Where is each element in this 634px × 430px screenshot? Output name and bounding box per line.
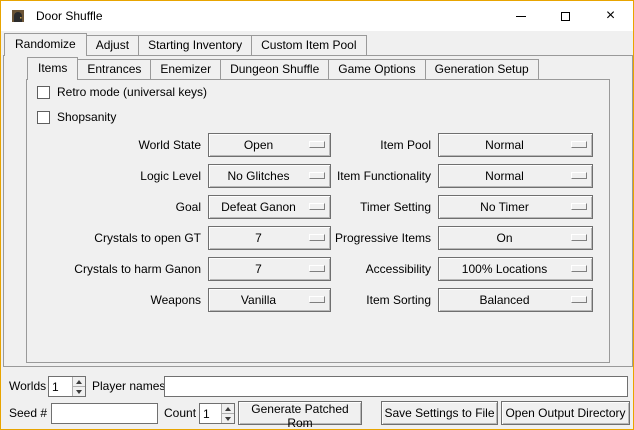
dropdown-value: On xyxy=(496,231,512,245)
accessibility-dropdown[interactable]: 100% Locations xyxy=(438,257,593,281)
dropdown-indicator-icon xyxy=(571,234,587,241)
count-spin-down-button[interactable] xyxy=(222,413,234,423)
worlds-spinbox[interactable] xyxy=(48,376,86,397)
dropdown-indicator-icon xyxy=(571,296,587,303)
door-shuffle-window: Door Shuffle × Randomize Adjust Starting… xyxy=(0,0,634,430)
accessibility-label: Accessibility xyxy=(296,257,431,281)
crystals-harm-ganon-label: Crystals to harm Ganon xyxy=(21,257,201,281)
crystals-open-gt-label: Crystals to open GT xyxy=(21,226,201,250)
maximize-button[interactable] xyxy=(543,1,588,31)
tab-adjust[interactable]: Adjust xyxy=(86,35,139,56)
main-tab-bar: Randomize Adjust Starting Inventory Cust… xyxy=(4,33,366,56)
close-button[interactable]: × xyxy=(588,1,633,31)
shopsanity-row[interactable]: Shopsanity xyxy=(37,109,116,125)
maximize-icon xyxy=(561,12,570,21)
count-spinbox[interactable] xyxy=(199,403,235,424)
count-spin-up-button[interactable] xyxy=(222,404,234,413)
close-icon: × xyxy=(606,8,615,24)
retro-mode-row[interactable]: Retro mode (universal keys) xyxy=(37,84,207,100)
minimize-button[interactable] xyxy=(498,1,543,31)
worlds-spin-up-button[interactable] xyxy=(73,377,85,386)
window-controls: × xyxy=(498,1,633,31)
worlds-label: Worlds xyxy=(9,375,46,397)
tab-entrances[interactable]: Entrances xyxy=(77,59,151,80)
tab-dungeon-shuffle[interactable]: Dungeon Shuffle xyxy=(220,59,329,80)
dropdown-value: 100% Locations xyxy=(462,262,547,276)
tab-custom-item-pool[interactable]: Custom Item Pool xyxy=(251,35,366,56)
item-sorting-label: Item Sorting xyxy=(296,288,431,312)
player-names-input[interactable] xyxy=(164,376,628,397)
item-functionality-dropdown[interactable]: Normal xyxy=(438,164,593,188)
shopsanity-checkbox[interactable] xyxy=(37,111,50,124)
count-input[interactable] xyxy=(200,404,221,423)
save-settings-button[interactable]: Save Settings to File xyxy=(381,401,498,425)
dropdown-value: Vanilla xyxy=(241,293,276,307)
worlds-spin-arrows xyxy=(72,377,85,396)
titlebar[interactable]: Door Shuffle × xyxy=(1,1,633,31)
shopsanity-label: Shopsanity xyxy=(57,110,116,124)
dropdown-indicator-icon xyxy=(571,203,587,210)
window-title: Door Shuffle xyxy=(36,9,103,23)
settings-tab-bar: Items Entrances Enemizer Dungeon Shuffle… xyxy=(27,57,538,80)
tab-generation-setup[interactable]: Generation Setup xyxy=(425,59,539,80)
timer-setting-dropdown[interactable]: No Timer xyxy=(438,195,593,219)
dropdown-indicator-icon xyxy=(571,172,587,179)
tab-enemizer[interactable]: Enemizer xyxy=(150,59,221,80)
goal-label: Goal xyxy=(21,195,201,219)
weapons-label: Weapons xyxy=(21,288,201,312)
open-output-directory-button[interactable]: Open Output Directory xyxy=(501,401,630,425)
spin-up-icon xyxy=(76,380,82,384)
worlds-spin-down-button[interactable] xyxy=(73,386,85,396)
dropdown-value: No Timer xyxy=(480,200,529,214)
dropdown-value: Normal xyxy=(485,169,524,183)
minimize-icon xyxy=(516,16,526,17)
item-pool-dropdown[interactable]: Normal xyxy=(438,133,593,157)
spin-down-icon xyxy=(225,417,231,421)
timer-setting-label: Timer Setting xyxy=(296,195,431,219)
dropdown-value: Defeat Ganon xyxy=(221,200,296,214)
count-label: Count xyxy=(164,402,196,424)
dropdown-value: Open xyxy=(244,138,273,152)
app-icon xyxy=(10,8,26,24)
dropdown-indicator-icon xyxy=(571,141,587,148)
worlds-input[interactable] xyxy=(49,377,72,396)
seed-label: Seed # xyxy=(9,402,47,424)
item-pool-label: Item Pool xyxy=(296,133,431,157)
world-state-label: World State xyxy=(21,133,201,157)
dropdown-value: 7 xyxy=(255,262,262,276)
dropdown-value: No Glitches xyxy=(227,169,289,183)
player-names-label: Player names xyxy=(92,375,165,397)
tab-game-options[interactable]: Game Options xyxy=(328,59,425,80)
dropdown-value: Normal xyxy=(485,138,524,152)
generate-patched-rom-button[interactable]: Generate Patched Rom xyxy=(238,401,362,425)
dropdown-value: 7 xyxy=(255,231,262,245)
tab-randomize[interactable]: Randomize xyxy=(4,33,87,56)
progressive-items-dropdown[interactable]: On xyxy=(438,226,593,250)
progressive-items-label: Progressive Items xyxy=(296,226,431,250)
dropdown-indicator-icon xyxy=(571,265,587,272)
logic-level-label: Logic Level xyxy=(21,164,201,188)
spin-down-icon xyxy=(76,390,82,394)
retro-mode-label: Retro mode (universal keys) xyxy=(57,85,207,99)
tab-starting-inventory[interactable]: Starting Inventory xyxy=(138,35,252,56)
seed-input[interactable] xyxy=(51,403,158,424)
item-sorting-dropdown[interactable]: Balanced xyxy=(438,288,593,312)
count-spin-arrows xyxy=(221,404,234,423)
retro-mode-checkbox[interactable] xyxy=(37,86,50,99)
dropdown-value: Balanced xyxy=(479,293,529,307)
spin-up-icon xyxy=(225,407,231,411)
item-functionality-label: Item Functionality xyxy=(296,164,431,188)
tab-items[interactable]: Items xyxy=(27,57,78,80)
